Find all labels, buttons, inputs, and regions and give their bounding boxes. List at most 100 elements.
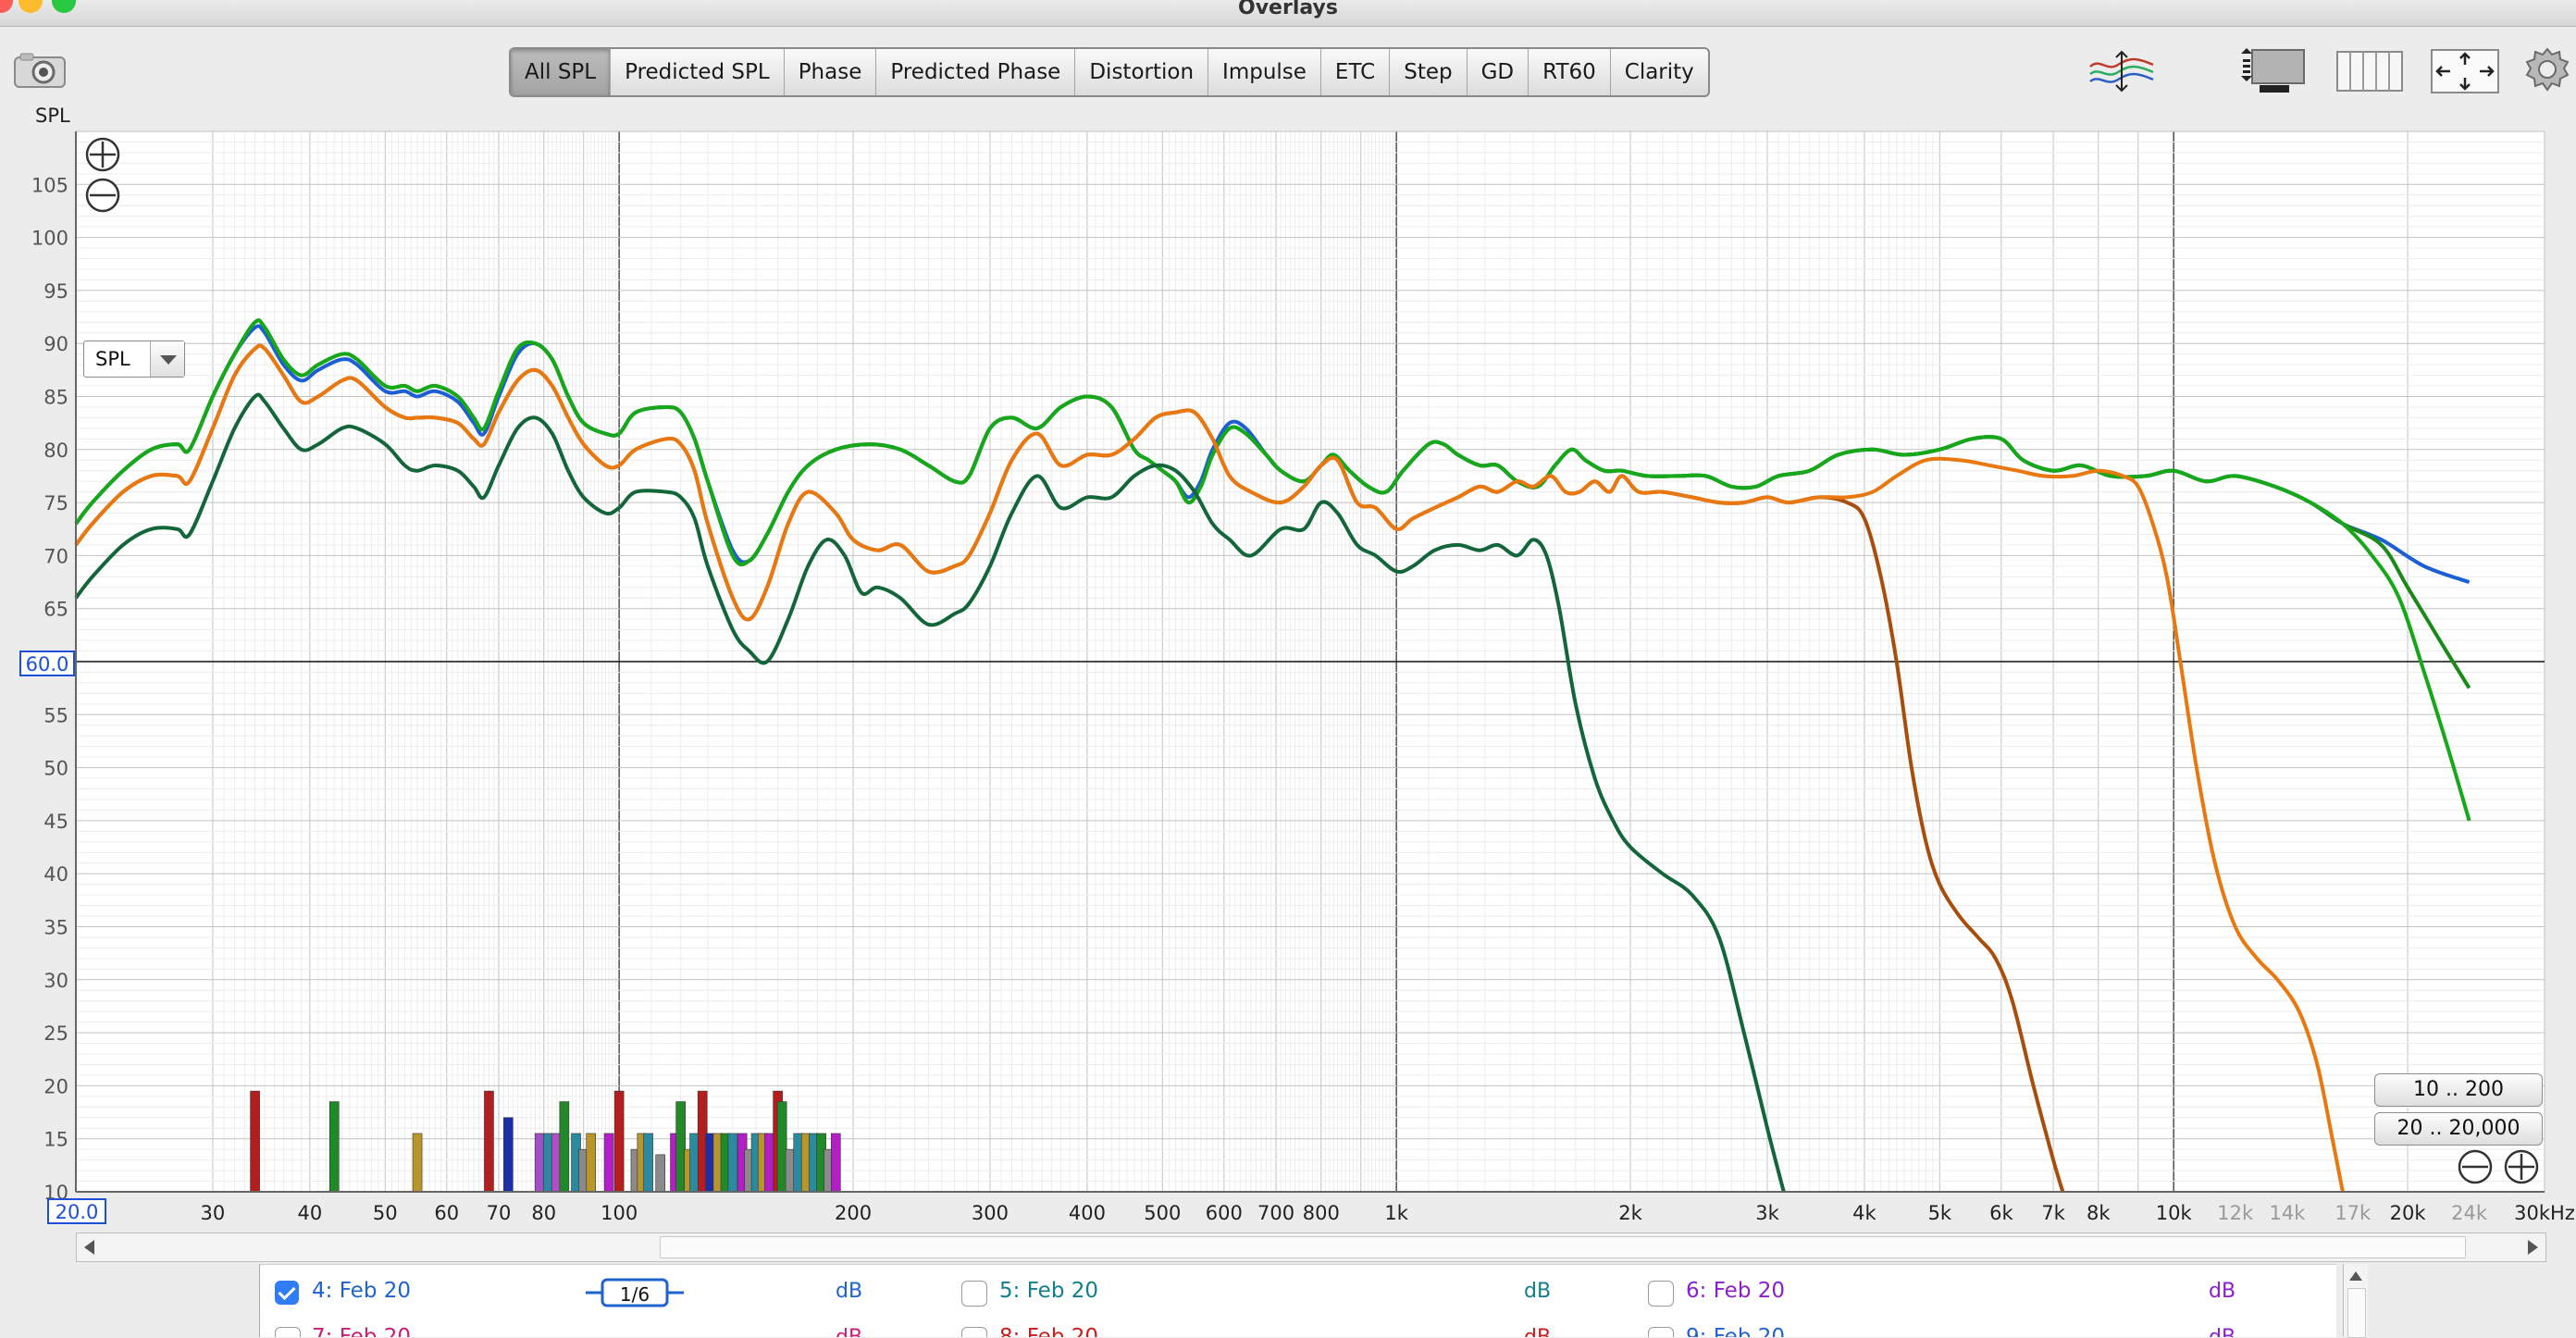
x-tick-label: 200 <box>835 1202 872 1224</box>
y-tick-label: 15 <box>43 1129 68 1151</box>
measurement-5-label[interactable]: 5: Feb 20 <box>999 1279 1098 1303</box>
range-20-20000-button[interactable]: 20 .. 20,000 <box>2374 1112 2543 1146</box>
y-tick-label: 85 <box>43 387 68 409</box>
zoom-out-icon[interactable] <box>85 178 120 213</box>
graph-type-select[interactable]: SPL <box>83 341 185 378</box>
measurement-7-unit: dB <box>836 1326 862 1337</box>
tab-distortion[interactable]: Distortion <box>1075 49 1209 95</box>
x-tick-label: 500 <box>1144 1202 1181 1224</box>
x-tick-label: 60 <box>434 1202 459 1224</box>
zoom-out-x-icon[interactable] <box>2458 1149 2493 1184</box>
smoothing-selector[interactable]: 1/6 <box>584 1274 686 1311</box>
x-tick-label: 300 <box>972 1202 1009 1224</box>
mode-bar <box>328 1101 340 1193</box>
zoom-in-x-icon[interactable] <box>2504 1149 2539 1184</box>
mode-bar <box>643 1133 653 1193</box>
resize-icon[interactable] <box>2430 48 2500 94</box>
tab-etc[interactable]: ETC <box>1321 49 1391 95</box>
measurement-7-checkbox[interactable] <box>275 1327 301 1337</box>
measurement-5-checkbox[interactable] <box>961 1281 987 1307</box>
y-tick-label: 65 <box>43 599 68 621</box>
tab-predicted-phase[interactable]: Predicted Phase <box>876 49 1076 95</box>
x-tick-label: 5k <box>1928 1202 1952 1224</box>
y-tick-label: 30 <box>43 970 68 992</box>
zoom-in-icon[interactable] <box>85 137 120 172</box>
measurement-4-checkbox[interactable] <box>275 1281 299 1305</box>
mode-bar <box>764 1133 774 1193</box>
x-tick-label: 40 <box>298 1202 323 1224</box>
smoothing-value: 1/6 <box>620 1283 650 1306</box>
mode-bar <box>603 1133 614 1193</box>
x-tick-label: 400 <box>1069 1202 1106 1224</box>
mode-bar <box>542 1133 553 1193</box>
x-tick-label: 6k <box>1989 1202 2013 1224</box>
y-tick-label: 75 <box>43 492 68 514</box>
mode-bar <box>613 1090 625 1193</box>
control-panel-icon[interactable] <box>2237 46 2311 94</box>
mode-bar <box>484 1090 494 1193</box>
measurement-4-unit: dB <box>836 1280 863 1303</box>
scroll-left-icon[interactable] <box>84 1240 94 1255</box>
tab-step[interactable]: Step <box>1390 49 1468 95</box>
mode-bar <box>831 1133 841 1193</box>
x-tick-label: 24k <box>2451 1202 2488 1224</box>
mode-bar <box>250 1090 260 1193</box>
y-tick-label: 45 <box>43 811 68 833</box>
measurement-6-checkbox[interactable] <box>1648 1281 1674 1307</box>
tab-predicted-spl[interactable]: Predicted SPL <box>611 49 785 95</box>
y-tick-label: 20 <box>43 1075 68 1097</box>
tab-phase[interactable]: Phase <box>785 49 877 95</box>
x-tick-label: 700 <box>1257 1202 1294 1224</box>
measurement-7-label[interactable]: 7: Feb 20 <box>312 1325 411 1337</box>
graph-area: 1015202530354045505560657075808590951001… <box>0 118 2576 1238</box>
graph-type-select-value: SPL <box>95 348 130 370</box>
mode-bar <box>655 1154 666 1193</box>
x-tick-label: 10k <box>2156 1202 2193 1224</box>
measurement-9-label[interactable]: 9: Feb 20 <box>1686 1325 1785 1337</box>
y-tick-label: 55 <box>43 704 68 726</box>
camera-icon[interactable] <box>13 52 67 89</box>
gear-icon[interactable] <box>2524 46 2570 93</box>
x-tick-label: 600 <box>1206 1202 1243 1224</box>
measurement-8-label[interactable]: 8: Feb 20 <box>999 1325 1098 1337</box>
tab-gd[interactable]: GD <box>1468 49 1530 95</box>
scroll-up-icon[interactable] <box>2349 1271 2362 1281</box>
tab-all-spl[interactable]: All SPL <box>511 49 612 95</box>
measurement-9-checkbox[interactable] <box>1648 1327 1674 1337</box>
y-tick-label: 40 <box>43 863 68 886</box>
vertical-scrollbar[interactable] <box>2343 1264 2368 1338</box>
measurement-8-checkbox[interactable] <box>961 1327 987 1337</box>
mode-bar <box>776 1101 787 1193</box>
measurement-4-label[interactable]: 4: Feb 20 <box>312 1279 411 1303</box>
x-tick-label: 80 <box>531 1202 556 1224</box>
mode-bar <box>559 1101 570 1193</box>
tab-impulse[interactable]: Impulse <box>1208 49 1321 95</box>
window-title: Overlays <box>1238 0 1338 19</box>
tab-clarity[interactable]: Clarity <box>1611 49 1708 95</box>
y-tick-label: 80 <box>43 440 68 462</box>
range-10-200-button[interactable]: 10 .. 200 <box>2374 1073 2543 1107</box>
measurement-6-unit: dB <box>2209 1280 2236 1303</box>
scroll-right-icon[interactable] <box>2528 1240 2538 1255</box>
chevron-down-icon[interactable] <box>150 341 184 377</box>
horizontal-scrollbar[interactable] <box>76 1233 2546 1262</box>
title-bar: Overlays <box>0 0 2576 27</box>
trace-arrange-icon[interactable] <box>2087 48 2157 94</box>
x-tick-label: 4k <box>1852 1202 1876 1224</box>
y-tick-label: 105 <box>31 174 68 196</box>
tab-rt60[interactable]: RT60 <box>1529 49 1611 95</box>
horizontal-scroll-thumb[interactable] <box>660 1236 2466 1258</box>
spl-graph[interactable]: 1015202530354045505560657075808590951001… <box>0 118 2576 1238</box>
x-tick-label: 3k <box>1755 1202 1779 1224</box>
measurement-6-label[interactable]: 6: Feb 20 <box>1686 1279 1785 1303</box>
limits-icon[interactable] <box>2335 50 2406 93</box>
x-start-readout: 20.0 <box>56 1201 99 1223</box>
mode-bar <box>586 1133 597 1193</box>
mode-bar <box>727 1133 738 1193</box>
y-tick-label: 50 <box>43 758 68 780</box>
x-tick-label: 1k <box>1384 1202 1408 1224</box>
vertical-scroll-thumb[interactable] <box>2347 1288 2366 1338</box>
graph-type-toolbar: All SPL Predicted SPL Phase Predicted Ph… <box>509 47 1710 97</box>
cursor-level-readout: 60.0 <box>26 653 69 675</box>
x-tick-label: 100 <box>601 1202 638 1224</box>
